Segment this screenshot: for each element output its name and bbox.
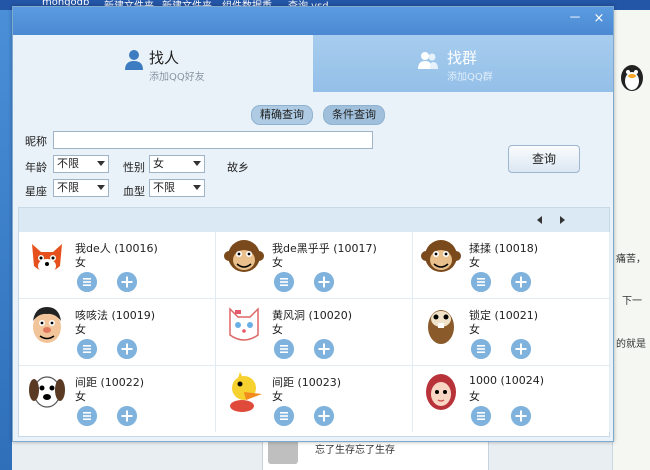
- hometown-label: 故乡: [227, 161, 249, 174]
- background-text: 痛苦，: [616, 254, 646, 265]
- blood-type-label: 血型: [123, 185, 145, 198]
- gender-select-value: 女: [153, 157, 164, 170]
- add-friend-icon[interactable]: [117, 339, 137, 359]
- add-friend-icon[interactable]: [117, 406, 137, 426]
- tab-find-people[interactable]: 找人 添加QQ好友: [13, 35, 313, 92]
- tab-bar: 找人 添加QQ好友 找群 添加QQ群: [13, 35, 613, 92]
- find-friend-window: － × 找人 添加QQ好友 找群 添加QQ群 精确查询 条件查询 昵称 年龄 不…: [12, 6, 614, 442]
- age-select[interactable]: 不限: [53, 155, 109, 173]
- user-gender: 女: [272, 256, 283, 269]
- user-gender: 女: [469, 390, 480, 403]
- user-gender: 女: [272, 323, 283, 336]
- age-label: 年龄: [25, 161, 47, 174]
- blood-type-select[interactable]: 不限: [149, 179, 205, 197]
- results-panel: 我de人 (10016) 女 我de黑乎乎 (10017) 女 揉揉 (1001…: [18, 207, 610, 437]
- user-gender: 女: [75, 256, 86, 269]
- group-icon: [418, 52, 438, 69]
- user-card[interactable]: 间距 (10022) 女: [19, 366, 216, 432]
- zodiac-label: 星座: [25, 185, 47, 198]
- beaver-avatar-icon: [428, 310, 454, 344]
- tab-subtitle: 添加QQ好友: [149, 72, 205, 83]
- user-gender: 女: [272, 390, 283, 403]
- user-gender: 女: [75, 390, 86, 403]
- add-friend-icon[interactable]: [511, 406, 531, 426]
- user-card[interactable]: 1000 (10024) 女: [413, 366, 610, 432]
- tab-title: 找群: [447, 49, 478, 67]
- chevron-down-icon: [193, 185, 201, 190]
- list-icon[interactable]: [471, 272, 491, 292]
- user-card[interactable]: 咳咳法 (10019) 女: [19, 299, 216, 366]
- cat-avatar-icon: [229, 307, 259, 341]
- chevron-down-icon: [97, 185, 105, 190]
- dog-avatar-icon: [29, 376, 65, 408]
- fox-avatar-icon: [32, 244, 62, 273]
- person-icon: [125, 50, 143, 70]
- user-name: 黄风洞 (10020): [272, 309, 353, 322]
- age-select-value: 不限: [57, 157, 79, 170]
- user-card[interactable]: 间距 (10023) 女: [216, 366, 413, 432]
- background-feed: [12, 440, 612, 470]
- desktop-left-edge: [0, 10, 12, 470]
- user-name: 我de黑乎乎 (10017): [272, 242, 377, 255]
- user-gender: 女: [75, 323, 86, 336]
- prev-page-icon[interactable]: [533, 213, 547, 227]
- minimize-button[interactable]: －: [565, 11, 585, 27]
- monkey-avatar-icon: [421, 240, 461, 272]
- user-name: 1000 (10024): [469, 374, 545, 387]
- tab-find-group[interactable]: 找群 添加QQ群: [313, 35, 613, 92]
- add-friend-icon[interactable]: [314, 406, 334, 426]
- girl-avatar-icon: [426, 374, 456, 410]
- tab-title: 找人: [149, 49, 180, 67]
- search-button[interactable]: 查询: [508, 145, 580, 173]
- add-friend-icon[interactable]: [511, 272, 531, 292]
- list-icon[interactable]: [274, 406, 294, 426]
- user-card[interactable]: 我de人 (10016) 女: [19, 232, 216, 299]
- background-text: 的就是: [616, 339, 646, 350]
- user-card[interactable]: 我de黑乎乎 (10017) 女: [216, 232, 413, 299]
- man-avatar-icon: [33, 307, 61, 343]
- zodiac-select[interactable]: 不限: [53, 179, 109, 197]
- tab-subtitle: 添加QQ群: [447, 72, 493, 83]
- next-page-icon[interactable]: [555, 213, 569, 227]
- zodiac-select-value: 不限: [57, 181, 79, 194]
- list-icon[interactable]: [77, 339, 97, 359]
- add-friend-icon[interactable]: [511, 339, 531, 359]
- blood-type-select-value: 不限: [153, 181, 175, 194]
- conditional-query-button[interactable]: 条件查询: [323, 105, 385, 125]
- add-friend-icon[interactable]: [314, 272, 334, 292]
- post-text: 忘了生存忘了生存: [315, 445, 395, 456]
- add-friend-icon[interactable]: [117, 272, 137, 292]
- nickname-label: 昵称: [25, 135, 47, 148]
- title-bar[interactable]: － ×: [13, 7, 613, 35]
- list-icon[interactable]: [471, 339, 491, 359]
- user-gender: 女: [469, 323, 480, 336]
- user-name: 咳咳法 (10019): [75, 309, 156, 322]
- close-button[interactable]: ×: [589, 11, 609, 27]
- qq-penguin-icon: [621, 65, 643, 91]
- list-icon[interactable]: [77, 406, 97, 426]
- monkey-avatar-icon: [224, 240, 264, 272]
- list-icon[interactable]: [274, 272, 294, 292]
- user-gender: 女: [469, 256, 480, 269]
- list-icon[interactable]: [471, 406, 491, 426]
- exact-query-button[interactable]: 精确查询: [251, 105, 313, 125]
- chevron-down-icon: [97, 161, 105, 166]
- gender-label: 性别: [123, 161, 145, 174]
- nickname-input[interactable]: [53, 131, 373, 149]
- user-name: 我de人 (10016): [75, 242, 158, 255]
- results-grid: 我de人 (10016) 女 我de黑乎乎 (10017) 女 揉揉 (1001…: [19, 232, 610, 436]
- user-card[interactable]: 锁定 (10021) 女: [413, 299, 610, 366]
- duck-avatar-icon: [230, 372, 262, 412]
- list-icon[interactable]: [77, 272, 97, 292]
- add-friend-icon[interactable]: [314, 339, 334, 359]
- user-card[interactable]: 黄风洞 (10020) 女: [216, 299, 413, 366]
- chevron-down-icon: [193, 161, 201, 166]
- list-icon[interactable]: [274, 339, 294, 359]
- results-header: [19, 208, 609, 232]
- user-card[interactable]: 揉揉 (10018) 女: [413, 232, 610, 299]
- gender-select[interactable]: 女: [149, 155, 205, 173]
- background-text: 下一: [622, 296, 642, 307]
